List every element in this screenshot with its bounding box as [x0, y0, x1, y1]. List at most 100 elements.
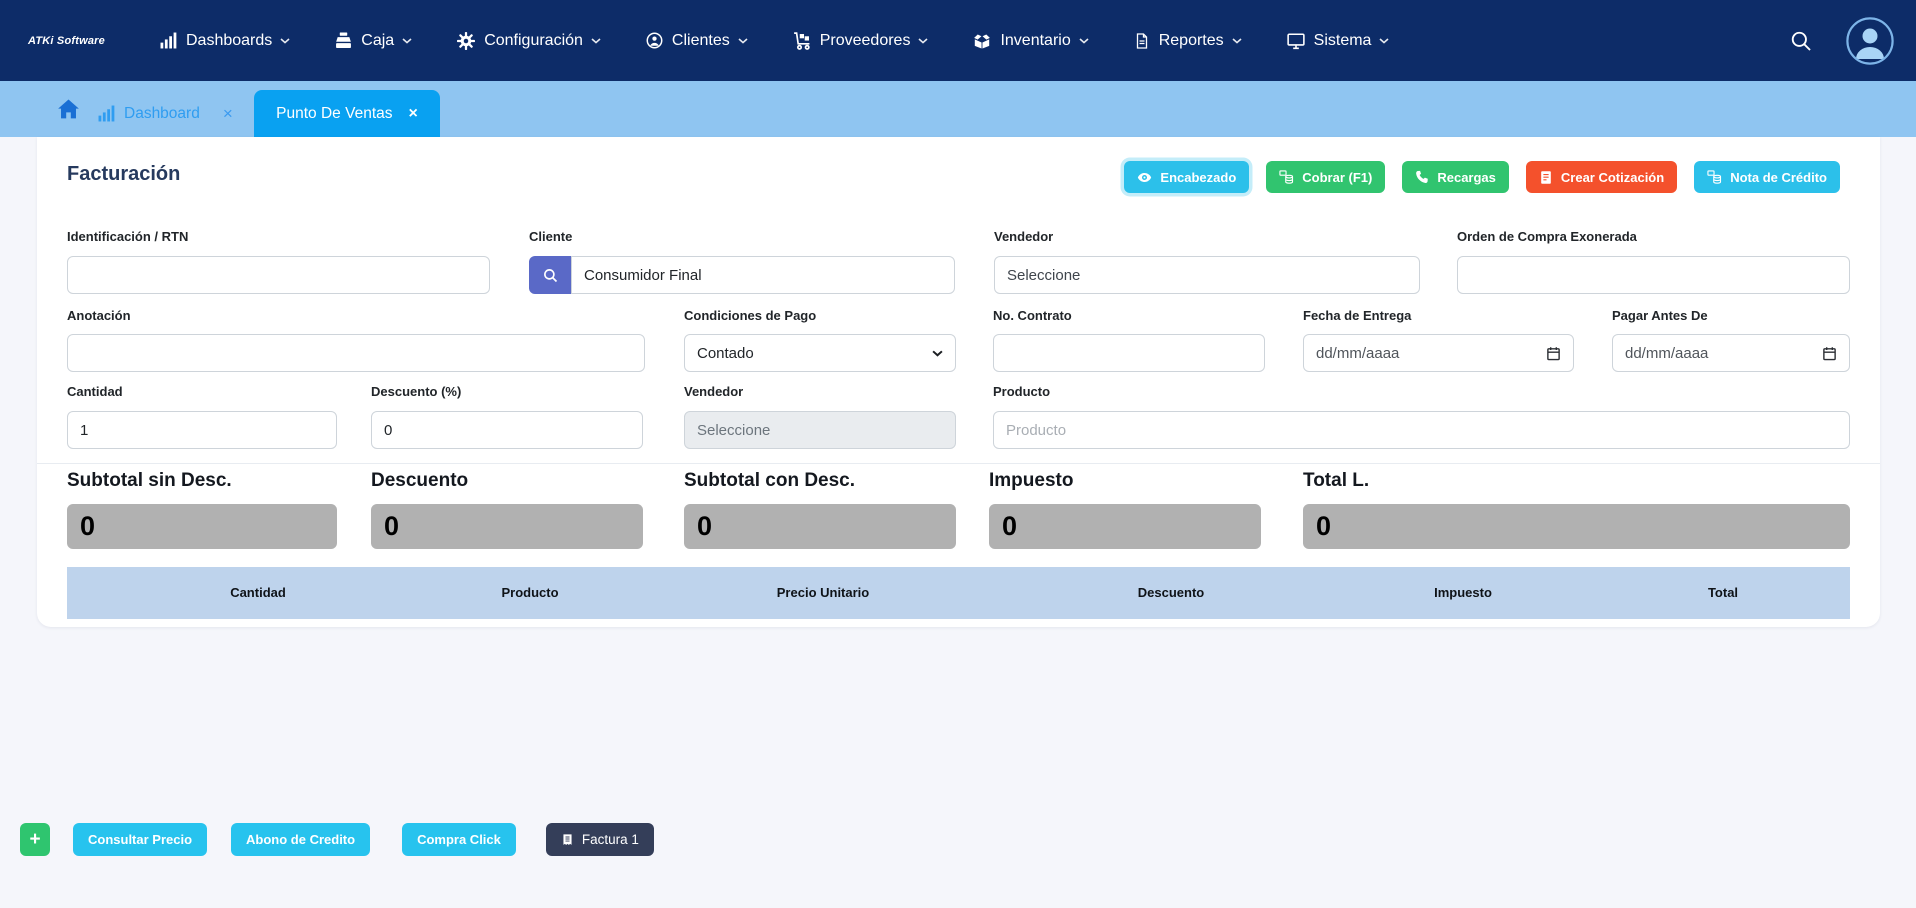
chevron-down-icon: [1379, 38, 1389, 44]
tab-label: Punto De Ventas: [276, 105, 392, 123]
tab-label: Dashboard: [124, 105, 200, 123]
nav-label: Sistema: [1314, 32, 1372, 50]
pagar-antes-input[interactable]: dd/mm/aaaa: [1612, 334, 1850, 372]
search-icon[interactable]: [1790, 30, 1812, 52]
col-producto: Producto: [501, 585, 558, 600]
invoice-card: Facturación Encabezado Cobrar (F1) Recar…: [37, 137, 1880, 627]
nav-item-reportes[interactable]: Reportes: [1134, 32, 1242, 50]
button-label: Encabezado: [1160, 170, 1236, 185]
condiciones-label: Condiciones de Pago: [684, 308, 816, 323]
total-l-value: 0: [1303, 504, 1850, 549]
eye-icon: [1137, 170, 1152, 185]
dolly-icon: [793, 32, 811, 50]
descuento-total-label: Descuento: [371, 470, 468, 492]
cobrar-button[interactable]: Cobrar (F1): [1266, 161, 1385, 193]
descuento-total-value: 0: [371, 504, 643, 549]
tab-punto-de-ventas[interactable]: Punto De Ventas ×: [254, 90, 440, 137]
phone-icon: [1415, 170, 1429, 184]
calendar-icon[interactable]: [1546, 346, 1561, 361]
compra-click-button[interactable]: Compra Click: [402, 823, 516, 856]
chevron-down-icon: [1232, 38, 1242, 44]
user-avatar[interactable]: [1846, 17, 1894, 65]
orden-input[interactable]: [1457, 256, 1850, 294]
encabezado-button[interactable]: Encabezado: [1124, 161, 1249, 193]
fecha-entrega-input[interactable]: dd/mm/aaaa: [1303, 334, 1574, 372]
factura-tab-button[interactable]: Factura 1: [546, 823, 654, 856]
close-icon[interactable]: ×: [409, 105, 418, 123]
cantidad-input[interactable]: [67, 411, 337, 449]
date-placeholder: dd/mm/aaaa: [1316, 345, 1399, 362]
chevron-down-icon: [280, 38, 290, 44]
footer-actions: + Consultar Precio Abono de Credito Comp…: [20, 823, 654, 856]
vendedor2-label: Vendedor: [684, 384, 743, 399]
nav-label: Inventario: [1000, 32, 1070, 50]
producto-label: Producto: [993, 384, 1050, 399]
contrato-input[interactable]: [993, 334, 1265, 372]
condiciones-select[interactable]: Contado: [684, 334, 956, 372]
nav-item-dashboards[interactable]: Dashboards: [160, 32, 290, 50]
person-circle-icon: [646, 32, 663, 49]
file-report-icon: [1134, 33, 1150, 49]
recargas-button[interactable]: Recargas: [1402, 161, 1509, 193]
nav-label: Configuración: [484, 32, 583, 50]
display-icon: [1287, 32, 1305, 50]
button-label: Factura 1: [582, 832, 639, 847]
nota-credito-button[interactable]: Nota de Crédito: [1694, 161, 1840, 193]
identificacion-input[interactable]: [67, 256, 490, 294]
add-invoice-button[interactable]: +: [20, 823, 50, 856]
top-navbar: ATKi Software Dashboards Caja Configurac…: [0, 0, 1916, 81]
vendedor-select[interactable]: Seleccione: [994, 256, 1420, 294]
impuesto-total-value: 0: [989, 504, 1261, 549]
identificacion-label: Identificación / RTN: [67, 229, 188, 244]
producto-input[interactable]: [993, 411, 1850, 449]
nav-label: Dashboards: [186, 32, 272, 50]
calendar-icon[interactable]: [1822, 346, 1837, 361]
chevron-down-icon: [402, 38, 412, 44]
page-title: Facturación: [67, 163, 180, 186]
gear-icon: [457, 32, 475, 50]
main-menu: Dashboards Caja Configuración Clientes P…: [160, 32, 1389, 50]
navbar-right: [1790, 17, 1894, 65]
search-icon: [543, 268, 558, 283]
close-icon[interactable]: ×: [223, 104, 233, 124]
cash-coins-icon: [1279, 170, 1294, 185]
cliente-input[interactable]: [571, 256, 955, 294]
cash-register-icon: [335, 32, 352, 49]
col-cantidad: Cantidad: [230, 585, 286, 600]
cash-coins-icon: [1707, 170, 1722, 185]
select-value: Seleccione: [1007, 267, 1080, 284]
box-open-icon: [973, 32, 991, 50]
col-total: Total: [1708, 585, 1738, 600]
total-l-label: Total L.: [1303, 470, 1369, 492]
subtotal-sin-desc-label: Subtotal sin Desc.: [67, 470, 232, 492]
anotacion-input[interactable]: [67, 334, 645, 372]
tab-dashboard[interactable]: Dashboard ×: [98, 90, 233, 137]
brand-logo[interactable]: ATKi Software: [28, 35, 124, 47]
nav-item-proveedores[interactable]: Proveedores: [793, 32, 929, 50]
home-icon[interactable]: [57, 98, 80, 121]
anotacion-label: Anotación: [67, 308, 131, 323]
abono-credito-button[interactable]: Abono de Credito: [231, 823, 370, 856]
descuento-input[interactable]: [371, 411, 643, 449]
nav-item-configuracion[interactable]: Configuración: [457, 32, 601, 50]
button-label: Crear Cotización: [1561, 170, 1664, 185]
nav-item-caja[interactable]: Caja: [335, 32, 412, 50]
bar-chart-icon: [98, 105, 115, 122]
subtotal-con-desc-label: Subtotal con Desc.: [684, 470, 855, 492]
nav-item-inventario[interactable]: Inventario: [973, 32, 1088, 50]
vendedor-label: Vendedor: [994, 229, 1053, 244]
select-value: Seleccione: [697, 422, 770, 439]
chevron-down-icon: [1079, 38, 1089, 44]
nav-label: Proveedores: [820, 32, 911, 50]
items-table-header: Cantidad Producto Precio Unitario Descue…: [67, 567, 1850, 619]
subtotal-con-desc-value: 0: [684, 504, 956, 549]
nav-item-clientes[interactable]: Clientes: [646, 32, 748, 50]
select-value: Contado: [697, 345, 754, 362]
nav-item-sistema[interactable]: Sistema: [1287, 32, 1390, 50]
chevron-down-icon: [918, 38, 928, 44]
crear-cotizacion-button[interactable]: Crear Cotización: [1526, 161, 1677, 193]
consultar-precio-button[interactable]: Consultar Precio: [73, 823, 207, 856]
contrato-label: No. Contrato: [993, 308, 1072, 323]
cliente-search-button[interactable]: [529, 256, 571, 294]
nav-label: Clientes: [672, 32, 730, 50]
